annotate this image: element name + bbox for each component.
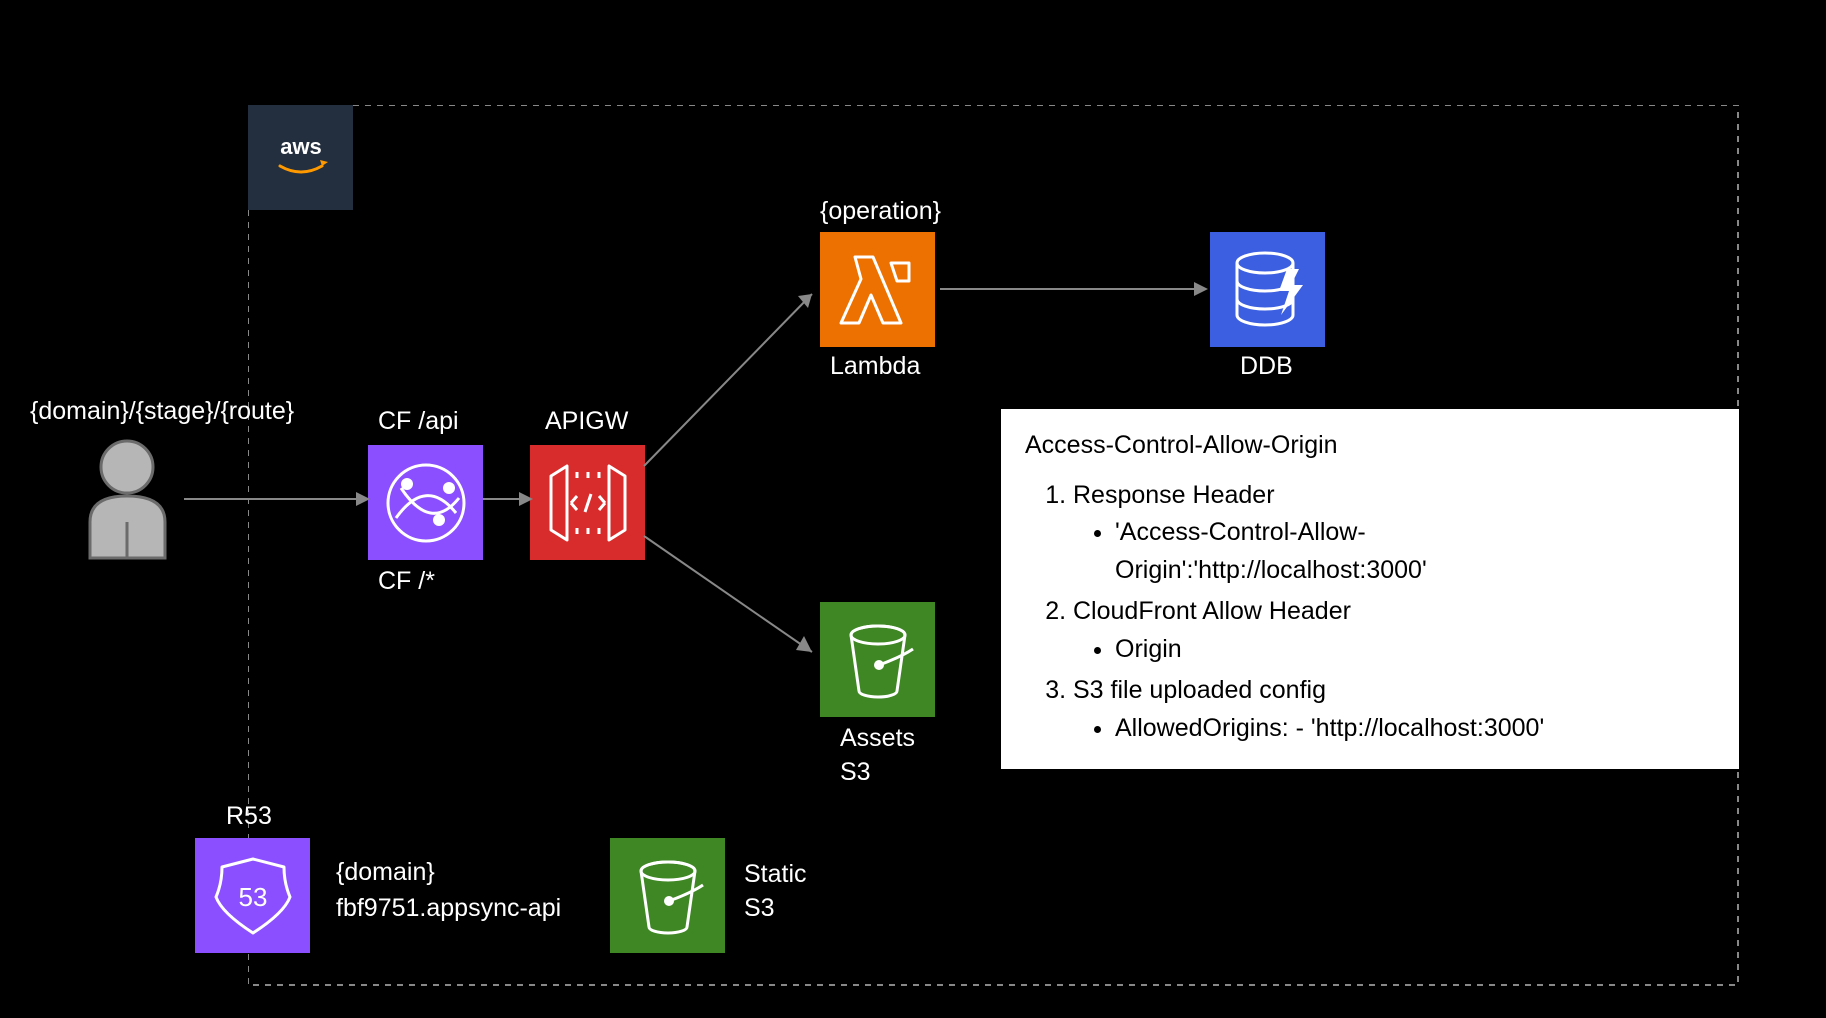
note-sub-2: Origin [1115,631,1719,669]
note-item-1: Response Header [1073,481,1275,509]
route53-icon: 53 [195,838,310,953]
assets-s3-label: Assets S3 [840,722,915,790]
cloudfront-icon [368,445,483,560]
static-s3-label: Static S3 [744,858,807,926]
r53-domain1-label: {domain} [336,856,435,890]
cf-default-label: CF /* [378,565,435,599]
cf-api-label: CF /api [378,405,459,439]
dynamodb-icon [1210,232,1325,347]
arrow-lambda-ddb-head [1194,282,1208,296]
note-list: Response Header 'Access-Control-Allow-Or… [1025,477,1719,748]
arrow-lambda-ddb [940,288,1198,290]
r53-label: R53 [226,800,272,834]
user-icon [75,432,180,562]
cors-note: Access-Control-Allow-Origin Response Hea… [1000,408,1740,770]
ddb-label: DDB [1240,350,1293,384]
apigw-label: APIGW [545,405,628,439]
lambda-name-label: Lambda [830,350,920,384]
arrow-user-cf [184,498,360,500]
arrow-cf-apigw [483,498,523,500]
r53-domain2-label: fbf9751.appsync-api [336,892,561,926]
note-item-3: S3 file uploaded config [1073,676,1326,704]
svg-text:53: 53 [238,882,267,912]
static-s3-icon [610,838,725,953]
note-item-2: CloudFront Allow Header [1073,597,1351,625]
arrow-cf-apigw-head [519,492,533,506]
note-sub-3: AllowedOrigins: - 'http://localhost:3000… [1115,710,1719,748]
note-sub-1: 'Access-Control-Allow-Origin':'http://lo… [1115,514,1515,589]
user-route-label: {domain}/{stage}/{route} [30,395,294,429]
lambda-op-label: {operation} [820,195,941,229]
api-gateway-icon [530,445,645,560]
arrow-apigw-lambda [640,282,840,472]
arrow-user-cf-head [356,492,370,506]
arrow-apigw-s3 [640,530,840,680]
note-title: Access-Control-Allow-Origin [1025,427,1719,465]
